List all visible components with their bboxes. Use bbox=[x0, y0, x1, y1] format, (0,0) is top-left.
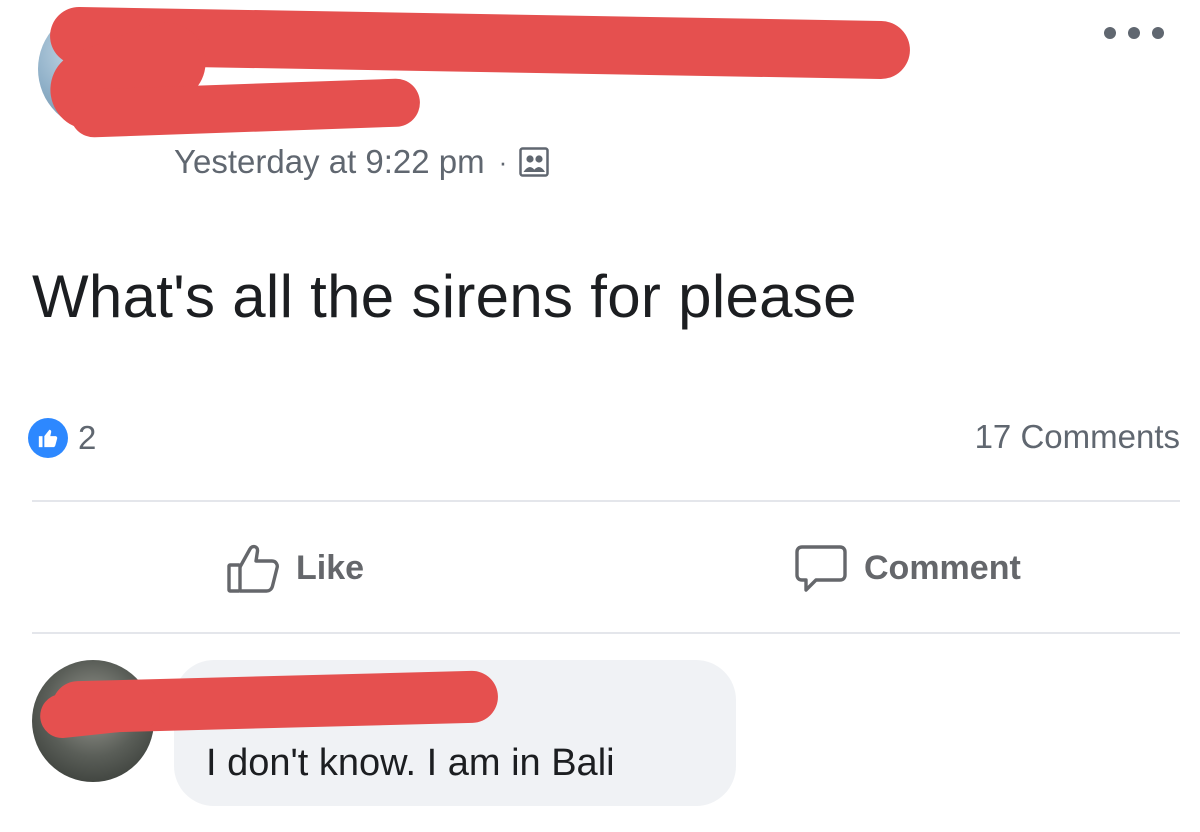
comment-button-label: Comment bbox=[864, 548, 1021, 587]
post-timestamp[interactable]: Yesterday at 9:22 pm bbox=[174, 143, 485, 181]
more-options-button[interactable] bbox=[1104, 20, 1164, 46]
like-count: 2 bbox=[78, 419, 97, 456]
divider bbox=[32, 632, 1180, 634]
friends-icon[interactable] bbox=[519, 147, 550, 177]
more-dot-icon bbox=[1128, 27, 1140, 39]
divider bbox=[32, 500, 1180, 502]
comment-count-link[interactable]: 17 Comments bbox=[975, 418, 1180, 456]
comment-bubble-icon bbox=[795, 545, 847, 592]
post-meta: Yesterday at 9:22 pm · bbox=[174, 143, 550, 181]
like-button[interactable]: Like bbox=[224, 538, 364, 598]
comment-text: I don't know. I am in Bali bbox=[206, 742, 615, 784]
comment-button[interactable]: Comment bbox=[792, 538, 1021, 598]
facebook-post: Yesterday at 9:22 pm · What's all the si… bbox=[0, 0, 1200, 832]
reaction-summary[interactable]: 2 bbox=[28, 418, 96, 458]
like-reaction-icon bbox=[28, 418, 68, 458]
more-dot-icon bbox=[1152, 27, 1164, 39]
like-button-label: Like bbox=[296, 548, 365, 587]
meta-separator: · bbox=[498, 146, 508, 177]
more-dot-icon bbox=[1104, 27, 1116, 39]
post-text: What's all the sirens for please bbox=[32, 263, 857, 330]
thumbs-up-icon bbox=[227, 544, 279, 593]
